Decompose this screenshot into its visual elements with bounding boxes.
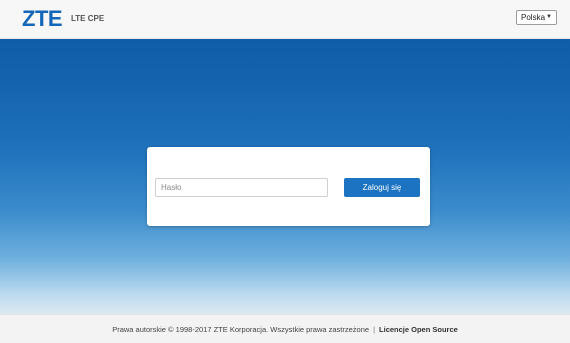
footer-separator: | <box>373 325 376 334</box>
password-input[interactable] <box>155 178 328 197</box>
login-button[interactable]: Zaloguj się <box>344 178 420 197</box>
footer: Prawa autorskie © 1998-2017 ZTE Korporac… <box>0 314 570 343</box>
zte-logo: ZTE <box>22 6 63 31</box>
language-select[interactable]: Polska ▼ <box>516 10 557 25</box>
copyright-text: Prawa autorskie © 1998-2017 ZTE Korporac… <box>112 325 370 334</box>
top-bar: ZTE LTE CPE Polska ▼ <box>0 0 570 39</box>
main-background: Zaloguj się <box>0 39 570 314</box>
triangle-down-icon: ▼ <box>546 14 552 20</box>
product-name: LTE CPE <box>71 14 105 23</box>
login-card: Zaloguj się <box>147 147 430 226</box>
login-page: ZTE LTE CPE Polska ▼ Zaloguj się Prawa a… <box>0 0 570 343</box>
language-select-value: Polska <box>521 13 546 22</box>
open-source-licenses-link[interactable]: Licencje Open Source <box>379 325 458 334</box>
